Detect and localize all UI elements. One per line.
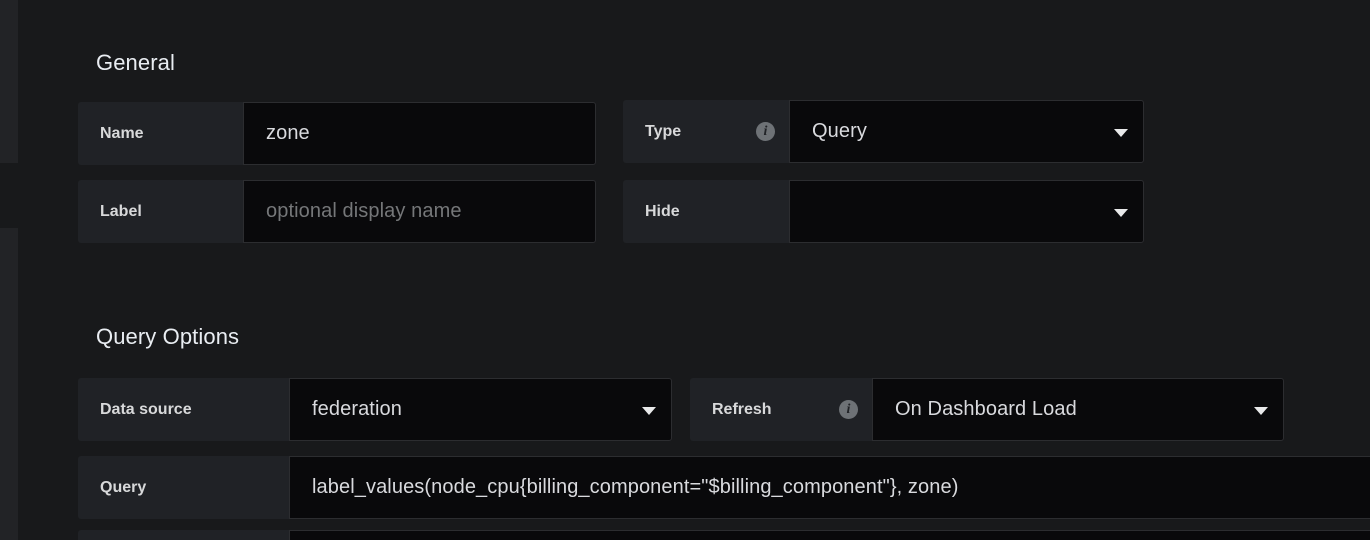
nav-rail[interactable] [0,0,18,540]
field-row-query: Query label_values(node_cpu{billing_comp… [78,456,1370,519]
variable-editor-pane: General Name zone Type i Query Label opt… [18,0,1370,540]
query-input-value: label_values(node_cpu{billing_component=… [312,476,959,498]
type-select[interactable]: Query [789,100,1144,163]
info-icon[interactable]: i [839,400,858,419]
section-title-general: General [96,50,175,75]
field-row-label: Label optional display name [78,180,596,243]
chevron-down-icon [1254,406,1268,415]
section-title-query-options: Query Options [96,324,240,349]
field-label-data-source: Data source [78,378,289,441]
field-label-label-text: Label [100,202,142,220]
field-label-query: Query [78,456,289,519]
field-label-next-partial [78,530,289,540]
data-source-select[interactable]: federation [289,378,672,441]
field-row-type: Type i Query [623,100,1144,163]
label-input[interactable]: optional display name [243,180,596,243]
refresh-select[interactable]: On Dashboard Load [872,378,1284,441]
field-label-refresh-text: Refresh [712,400,772,418]
label-input-placeholder: optional display name [266,200,462,222]
field-label-name: Name [78,102,243,165]
field-label-data-source-text: Data source [100,400,192,418]
field-label-label: Label [78,180,243,243]
field-label-query-text: Query [100,478,147,496]
chevron-down-icon [1114,208,1128,217]
field-label-type-text: Type [645,122,682,140]
type-select-value: Query [812,120,867,142]
chevron-down-icon [642,406,656,415]
name-input[interactable]: zone [243,102,596,165]
field-row-name: Name zone [78,102,596,165]
field-label-type: Type i [623,100,789,163]
field-label-refresh: Refresh i [690,378,872,441]
query-input[interactable]: label_values(node_cpu{billing_component=… [289,456,1370,519]
chevron-down-icon [1114,128,1128,137]
hide-select[interactable] [789,180,1144,243]
field-label-hide: Hide [623,180,789,243]
name-input-value: zone [266,122,310,144]
data-source-select-value: federation [312,398,402,420]
refresh-select-value: On Dashboard Load [895,398,1077,420]
field-row-next-partial [78,530,1370,540]
field-label-hide-text: Hide [645,202,680,220]
next-input-partial[interactable] [289,530,1370,540]
nav-rail-active-segment[interactable] [0,163,18,228]
info-icon[interactable]: i [756,122,775,141]
field-label-name-text: Name [100,124,144,142]
field-row-data-source: Data source federation [78,378,672,441]
field-row-hide: Hide [623,180,1144,243]
field-row-refresh: Refresh i On Dashboard Load [690,378,1284,441]
